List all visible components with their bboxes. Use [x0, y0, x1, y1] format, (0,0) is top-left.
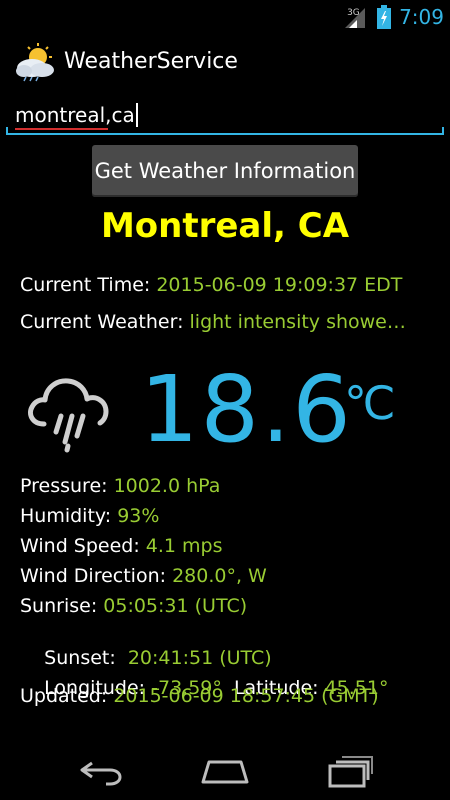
screen: 3G 7:09 WeatherService montreal,ca Get W…: [0, 0, 450, 800]
wind-speed-label: Wind Speed:: [20, 535, 146, 557]
temperature-unit: ℃: [344, 376, 396, 430]
home-icon[interactable]: [200, 754, 250, 788]
pressure-value: 1002.0 hPa: [113, 475, 221, 497]
pressure-label: Pressure:: [20, 475, 114, 497]
sunrise-label: Sunrise:: [20, 595, 104, 617]
city-search-value[interactable]: montreal,ca: [15, 103, 138, 127]
current-time-row: Current Time: 2015-06-09 19:09:37 EDT: [20, 274, 402, 296]
app-title: WeatherService: [64, 49, 238, 74]
current-time-label: Current Time:: [20, 274, 157, 296]
input-underline: [6, 127, 444, 135]
wind-speed-value: 4.1 mps: [145, 535, 223, 557]
status-icons: 3G 7:09: [343, 3, 444, 31]
humidity-value: 93%: [117, 505, 160, 527]
recents-icon[interactable]: [326, 754, 376, 788]
cloud-rain-icon: [24, 368, 114, 458]
humidity-label: Humidity:: [20, 505, 118, 527]
status-bar: 3G 7:09: [0, 0, 450, 33]
navigation-bar: [0, 740, 450, 800]
cloud-sun-icon: [14, 43, 58, 83]
back-icon[interactable]: [76, 754, 126, 788]
humidity-row: Humidity: 93%: [20, 505, 159, 527]
updated-row: Updated: 2015-06-09 18:57:45 (GMT): [20, 685, 379, 707]
get-weather-button[interactable]: Get Weather Information: [92, 145, 358, 197]
city-search-text: montreal,ca: [15, 103, 135, 127]
pressure-row: Pressure: 1002.0 hPa: [20, 475, 220, 497]
sunrise-row: Sunrise: 05:05:31 (UTC): [20, 595, 247, 617]
wind-direction-label: Wind Direction:: [20, 565, 173, 587]
wind-speed-row: Wind Speed: 4.1 mps: [20, 535, 223, 557]
action-bar: WeatherService: [0, 33, 450, 93]
battery-icon: [377, 5, 392, 29]
updated-label: Updated:: [20, 685, 114, 707]
status-clock: 7:09: [399, 5, 444, 29]
current-weather-label: Current Weather:: [20, 311, 190, 333]
text-cursor: [135, 103, 138, 127]
city-name: Montreal, CA: [100, 206, 350, 246]
updated-value: 2015-06-09 18:57:45 (GMT): [113, 685, 379, 707]
wind-direction-row: Wind Direction: 280.0°, W: [20, 565, 267, 587]
city-search-input[interactable]: montreal,ca: [6, 97, 444, 137]
signal-icon: 3G: [343, 5, 367, 29]
wind-direction-value: 280.0°, W: [172, 565, 267, 587]
sunrise-value: 05:05:31 (UTC): [103, 595, 248, 617]
temperature-value: 18.6: [140, 356, 353, 463]
spellcheck-underline: [15, 128, 108, 130]
current-weather-row: Current Weather: light intensity showe…: [20, 311, 406, 333]
current-weather-value: light intensity showe…: [189, 311, 406, 333]
current-time-value: 2015-06-09 19:09:37 EDT: [156, 274, 403, 296]
